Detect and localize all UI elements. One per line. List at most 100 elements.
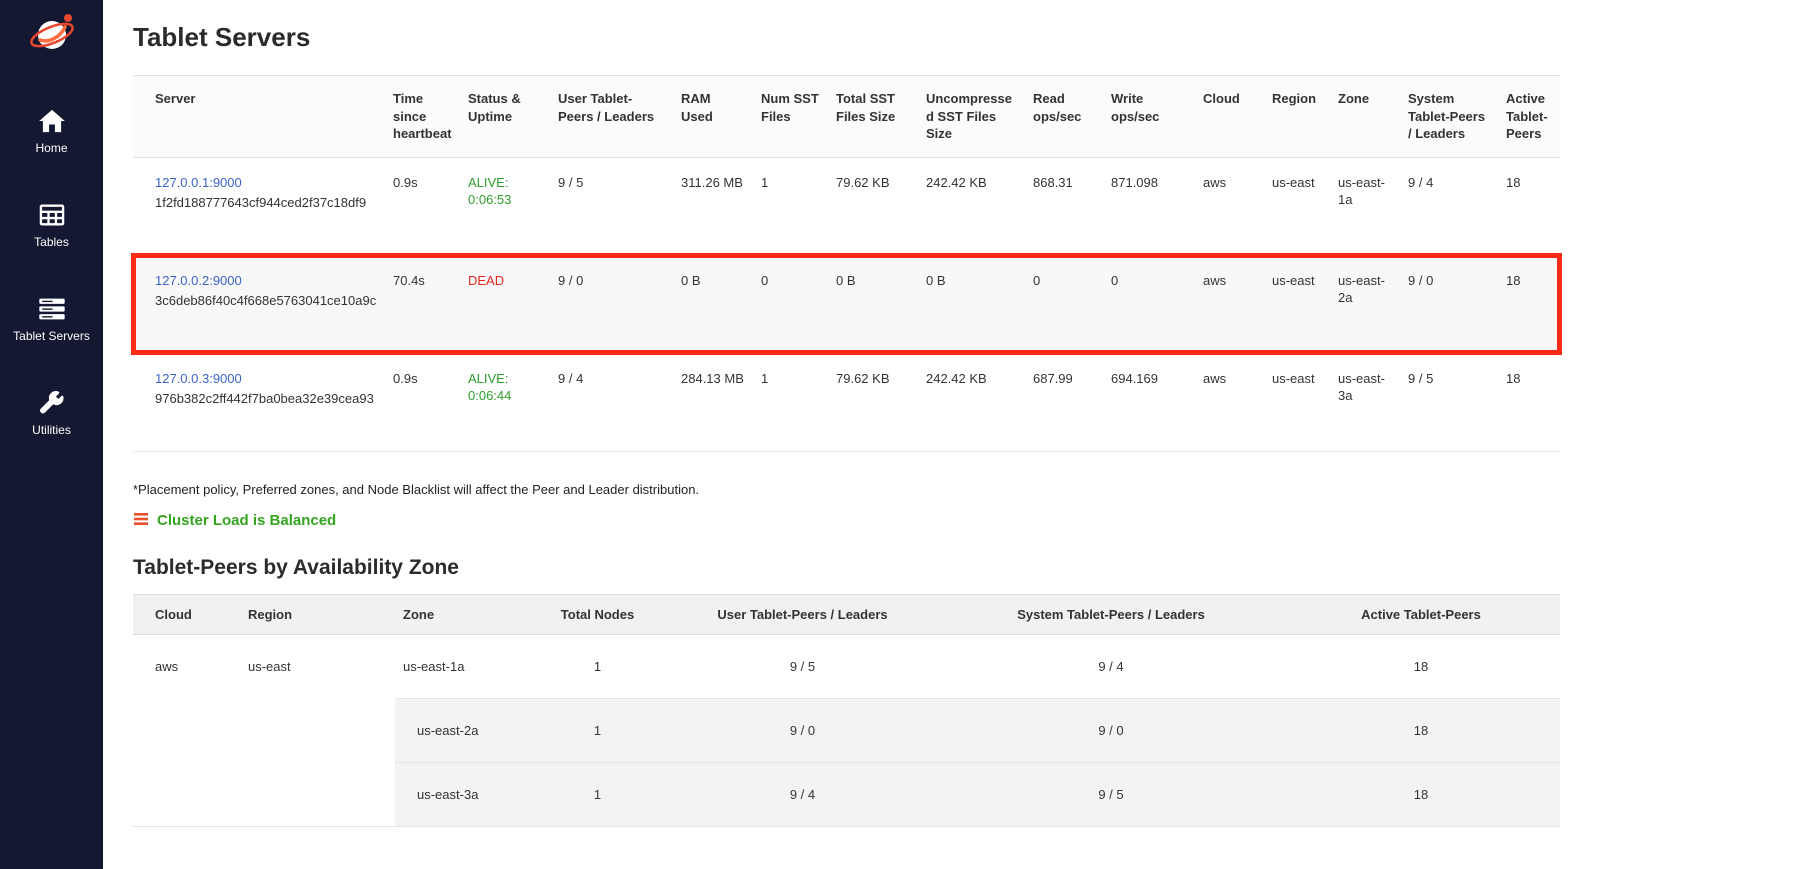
heartbeat-cell: 70.4s xyxy=(385,255,460,353)
app-logo[interactable] xyxy=(26,10,78,61)
heartbeat-cell: 0.9s xyxy=(385,353,460,451)
num-sst-cell: 1 xyxy=(753,353,828,451)
sidebar: Home Tables Tablet Servers xyxy=(0,0,103,869)
uptime-text: 0:06:44 xyxy=(468,387,542,405)
tables-icon xyxy=(38,199,66,229)
table-header-row: Cloud Region Zone Total Nodes User Table… xyxy=(133,594,1560,634)
sidebar-item-tables[interactable]: Tables xyxy=(0,199,103,249)
server-cell: 127.0.0.2:9000 3c6deb86f40c4f668e5763041… xyxy=(133,255,385,353)
table-row-highlighted: 127.0.0.2:9000 3c6deb86f40c4f668e5763041… xyxy=(133,255,1560,353)
sidebar-item-tablet-servers[interactable]: Tablet Servers xyxy=(0,293,103,343)
main-content: Tablet Servers Server Time since heartbe… xyxy=(103,0,1805,867)
zone-cell: us-east-2a xyxy=(395,698,530,762)
column-header: Write ops/sec xyxy=(1103,76,1195,158)
sidebar-item-label: Tablet Servers xyxy=(13,329,90,343)
column-header: RAM Used xyxy=(673,76,753,158)
read-ops-cell: 0 xyxy=(1025,255,1103,353)
az-table: Cloud Region Zone Total Nodes User Table… xyxy=(133,594,1560,827)
uncompressed-size-cell: 242.42 KB xyxy=(918,353,1025,451)
sst-size-cell: 79.62 KB xyxy=(828,353,918,451)
column-header: Total SST Files Size xyxy=(828,76,918,158)
column-header: Region xyxy=(240,594,395,634)
system-peers-cell: 9 / 5 xyxy=(940,762,1282,826)
column-header: Cloud xyxy=(133,594,240,634)
column-header: Zone xyxy=(1330,76,1400,158)
sidebar-item-utilities[interactable]: Utilities xyxy=(0,387,103,437)
tablet-servers-table: Server Time since heartbeat Status & Upt… xyxy=(133,75,1560,452)
uncompressed-size-cell: 0 B xyxy=(918,255,1025,353)
placement-footnote: *Placement policy, Preferred zones, and … xyxy=(133,482,1560,497)
user-peers-cell: 9 / 0 xyxy=(550,255,673,353)
column-header: Read ops/sec xyxy=(1025,76,1103,158)
column-header: User Tablet-Peers / Leaders xyxy=(550,76,673,158)
num-sst-cell: 1 xyxy=(753,157,828,255)
server-link[interactable]: 127.0.0.2:9000 xyxy=(155,273,242,288)
ram-cell: 284.13 MB xyxy=(673,353,753,451)
column-header: User Tablet-Peers / Leaders xyxy=(665,594,940,634)
balance-icon xyxy=(133,511,149,530)
status-text: ALIVE: xyxy=(468,370,542,388)
uncompressed-size-cell: 242.42 KB xyxy=(918,157,1025,255)
cloud-cell: aws xyxy=(1195,255,1264,353)
write-ops-cell: 0 xyxy=(1103,255,1195,353)
system-peers-cell: 9 / 4 xyxy=(940,634,1282,698)
column-header: Region xyxy=(1264,76,1330,158)
server-link[interactable]: 127.0.0.3:9000 xyxy=(155,371,242,386)
status-cell: ALIVE: 0:06:53 xyxy=(460,157,550,255)
server-link[interactable]: 127.0.0.1:9000 xyxy=(155,175,242,190)
wrench-icon xyxy=(38,387,66,417)
num-sst-cell: 0 xyxy=(753,255,828,353)
total-nodes-cell: 1 xyxy=(530,698,665,762)
server-cell: 127.0.0.3:9000 976b382c2ff442f7ba0bea32e… xyxy=(133,353,385,451)
heartbeat-cell: 0.9s xyxy=(385,157,460,255)
zone-cell: us-east-2a xyxy=(1330,255,1400,353)
total-nodes-cell: 1 xyxy=(530,762,665,826)
table-row: 127.0.0.1:9000 1f2fd188777643cf944ced2f3… xyxy=(133,157,1560,255)
sidebar-item-home[interactable]: Home xyxy=(0,105,103,155)
page-title: Tablet Servers xyxy=(133,22,1560,53)
cloud-cell: aws xyxy=(133,634,240,826)
read-ops-cell: 868.31 xyxy=(1025,157,1103,255)
sidebar-item-label: Utilities xyxy=(32,423,71,437)
user-peers-cell: 9 / 0 xyxy=(665,698,940,762)
server-uuid: 3c6deb86f40c4f668e5763041ce10a9c xyxy=(155,292,377,310)
write-ops-cell: 871.098 xyxy=(1103,157,1195,255)
column-header: System Tablet-Peers / Leaders xyxy=(940,594,1282,634)
table-header-row: Server Time since heartbeat Status & Upt… xyxy=(133,76,1560,158)
logo-planet-icon xyxy=(26,46,78,61)
zone-cell: us-east-1a xyxy=(1330,157,1400,255)
column-header: Num SST Files xyxy=(753,76,828,158)
active-peers-cell: 18 xyxy=(1282,634,1560,698)
sst-size-cell: 79.62 KB xyxy=(828,157,918,255)
sst-size-cell: 0 B xyxy=(828,255,918,353)
sidebar-item-label: Tables xyxy=(34,235,69,249)
column-header: Uncompressed SST Files Size xyxy=(918,76,1025,158)
column-header: System Tablet-Peers / Leaders xyxy=(1400,76,1498,158)
active-peers-cell: 18 xyxy=(1498,157,1560,255)
table-row: 127.0.0.3:9000 976b382c2ff442f7ba0bea32e… xyxy=(133,353,1560,451)
zone-cell: us-east-1a xyxy=(395,634,530,698)
ram-cell: 311.26 MB xyxy=(673,157,753,255)
server-uuid: 1f2fd188777643cf944ced2f37c18df9 xyxy=(155,194,377,212)
server-cell: 127.0.0.1:9000 1f2fd188777643cf944ced2f3… xyxy=(133,157,385,255)
active-peers-cell: 18 xyxy=(1498,255,1560,353)
cluster-balance-status: Cluster Load is Balanced xyxy=(133,511,1560,530)
server-uuid: 976b382c2ff442f7ba0bea32e39cea93 xyxy=(155,390,377,408)
region-cell: us-east xyxy=(240,634,395,826)
active-peers-cell: 18 xyxy=(1498,353,1560,451)
column-header: Zone xyxy=(395,594,530,634)
column-header: Status & Uptime xyxy=(460,76,550,158)
status-cell: ALIVE: 0:06:44 xyxy=(460,353,550,451)
region-cell: us-east xyxy=(1264,353,1330,451)
system-peers-cell: 9 / 5 xyxy=(1400,353,1498,451)
column-header: Active Tablet-Peers xyxy=(1282,594,1560,634)
uptime-text: 0:06:53 xyxy=(468,191,542,209)
active-peers-cell: 18 xyxy=(1282,698,1560,762)
system-peers-cell: 9 / 0 xyxy=(1400,255,1498,353)
active-peers-cell: 18 xyxy=(1282,762,1560,826)
user-peers-cell: 9 / 4 xyxy=(550,353,673,451)
servers-icon xyxy=(37,293,67,323)
system-peers-cell: 9 / 0 xyxy=(940,698,1282,762)
column-header: Total Nodes xyxy=(530,594,665,634)
system-peers-cell: 9 / 4 xyxy=(1400,157,1498,255)
